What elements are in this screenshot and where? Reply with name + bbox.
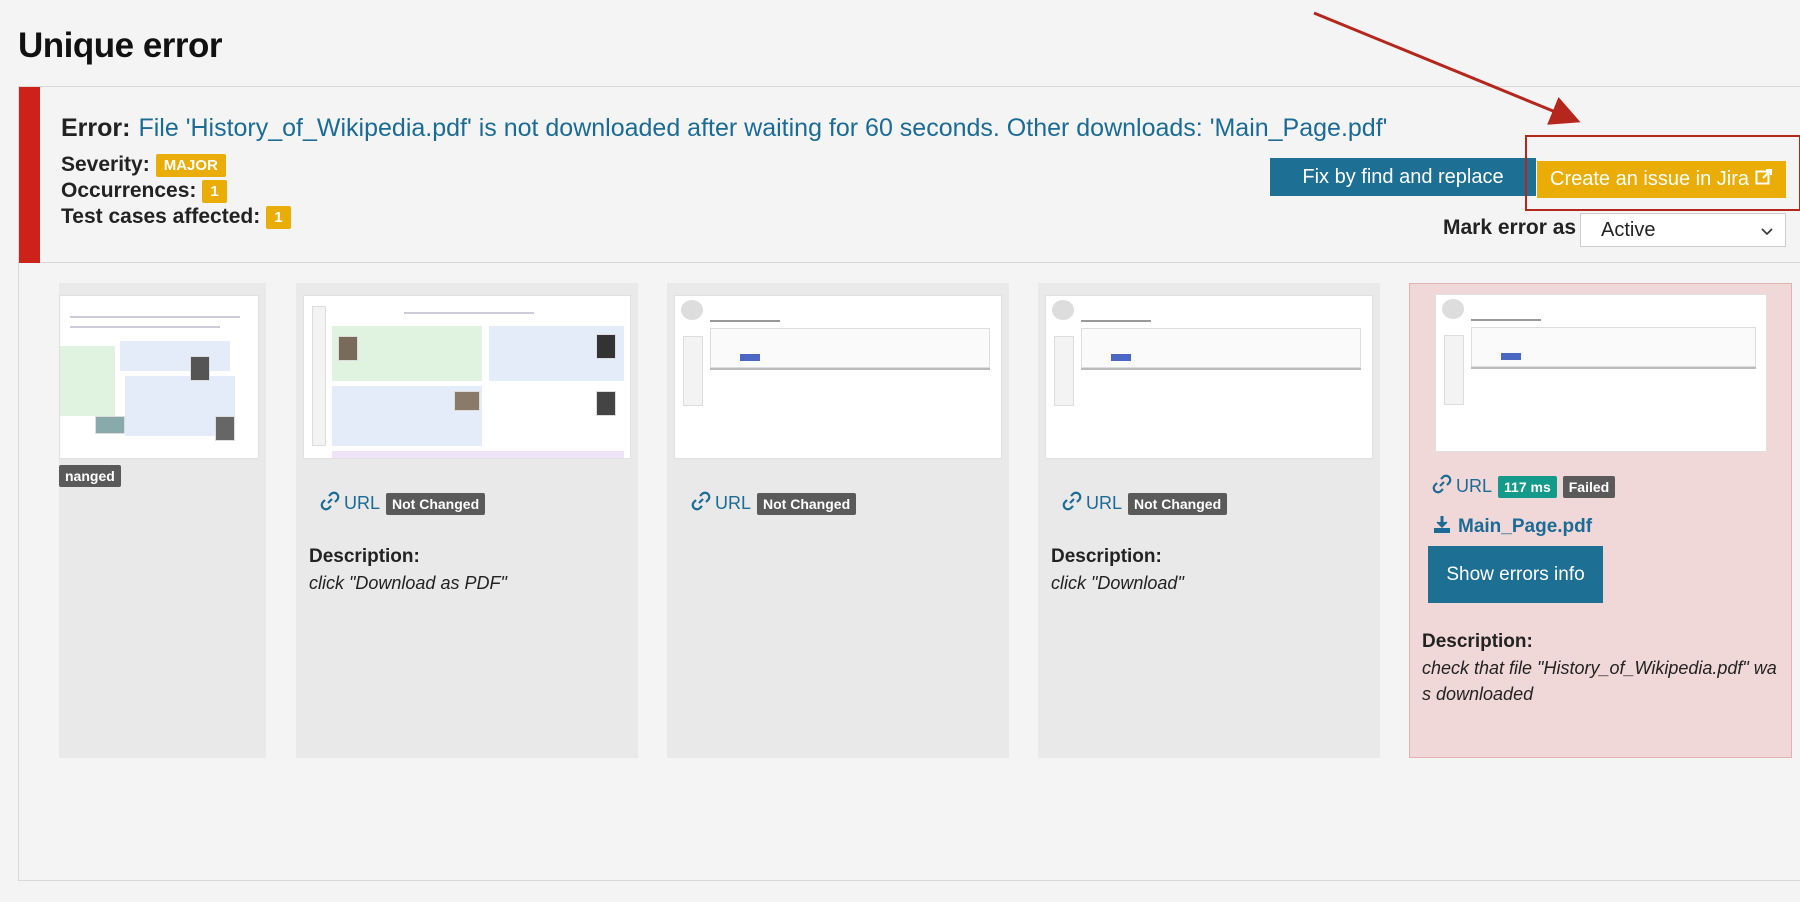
step-description-label: Description: xyxy=(1422,631,1533,652)
error-severity-bar xyxy=(19,87,40,263)
downloaded-file-link[interactable]: Main_Page.pdf xyxy=(1432,514,1592,540)
step-card[interactable]: URL Not Changed xyxy=(667,283,1009,758)
step-url-link[interactable]: URL xyxy=(691,491,751,516)
mark-error-label: Mark error as xyxy=(1443,216,1577,239)
step-status-badge: nanged xyxy=(59,465,121,487)
severity-row: Severity: MAJOR xyxy=(61,153,226,177)
step-card[interactable]: URL Not Changed Description: click "Down… xyxy=(296,283,638,758)
step-url-link[interactable]: URL xyxy=(1062,491,1122,516)
severity-label: Severity: xyxy=(61,153,150,176)
step-description-line-1: check that file "History_of_Wikipedia.pd… xyxy=(1422,658,1777,678)
mark-error-select[interactable]: Active xyxy=(1580,213,1786,247)
step-screenshot[interactable] xyxy=(674,295,1002,459)
step-url-label: URL xyxy=(715,493,752,513)
link-icon xyxy=(691,491,711,516)
steps-carousel[interactable]: nanged URL Not Changed Description: clic… xyxy=(39,263,1800,833)
page-title: Unique error xyxy=(18,26,223,65)
step-description-label: Description: xyxy=(309,546,420,567)
step-description-line-2: s downloaded xyxy=(1422,684,1534,704)
step-status-badge: Not Changed xyxy=(1128,492,1228,515)
show-errors-info-button[interactable]: Show errors info xyxy=(1428,546,1603,603)
step-screenshot[interactable] xyxy=(1045,295,1373,459)
step-url-row: URL Not Changed xyxy=(691,491,857,516)
step-card-failed[interactable]: URL 117 ms Failed Main_Page.pdf Show err… xyxy=(1409,283,1792,758)
downloaded-file-name: Main_Page.pdf xyxy=(1458,516,1593,537)
mark-error-value: Active xyxy=(1601,218,1656,241)
link-icon xyxy=(1062,491,1082,516)
error-label: Error: xyxy=(61,114,131,142)
chevron-down-icon xyxy=(1761,219,1773,242)
step-screenshot[interactable] xyxy=(303,295,631,459)
affected-label: Test cases affected: xyxy=(61,205,261,228)
step-status-badge: Not Changed xyxy=(757,492,857,515)
link-icon xyxy=(320,491,340,516)
step-card[interactable]: nanged xyxy=(59,283,266,758)
error-line: Error: File 'History_of_Wikipedia.pdf' is… xyxy=(61,114,1387,143)
occurrences-label: Occurrences: xyxy=(61,179,197,202)
error-header: Error: File 'History_of_Wikipedia.pdf' is… xyxy=(19,87,1800,263)
fix-by-find-replace-button[interactable]: Fix by find and replace xyxy=(1270,158,1536,196)
step-card[interactable]: URL Not Changed Description: click "Down… xyxy=(1038,283,1380,758)
step-screenshot[interactable] xyxy=(59,295,259,459)
step-description: click "Download" xyxy=(1051,573,1184,593)
step-duration-badge: 117 ms xyxy=(1498,475,1557,498)
annotation-highlight-box xyxy=(1525,135,1800,211)
step-url-link[interactable]: URL xyxy=(320,491,380,516)
step-url-row: URL Not Changed xyxy=(1062,491,1228,516)
severity-badge: MAJOR xyxy=(155,153,226,177)
error-panel: Error: File 'History_of_Wikipedia.pdf' is… xyxy=(18,86,1800,881)
error-message-link[interactable]: File 'History_of_Wikipedia.pdf' is not d… xyxy=(138,114,1387,142)
download-icon xyxy=(1432,514,1452,540)
link-icon xyxy=(1432,474,1452,499)
step-url-label: URL xyxy=(1456,476,1493,496)
step-status-row: nanged xyxy=(59,465,121,487)
step-description-label: Description: xyxy=(1051,546,1162,567)
step-url-label: URL xyxy=(344,493,381,513)
affected-row: Test cases affected: 1 xyxy=(61,205,291,229)
affected-badge: 1 xyxy=(266,205,291,229)
occurrences-row: Occurrences: 1 xyxy=(61,179,227,203)
step-url-row: URL 117 ms Failed xyxy=(1432,474,1616,499)
step-description: click "Download as PDF" xyxy=(309,573,507,593)
step-status-badge: Not Changed xyxy=(386,492,486,515)
step-url-link[interactable]: URL xyxy=(1432,474,1492,499)
step-url-row: URL Not Changed xyxy=(320,491,486,516)
unique-error-page: Unique error Error: File 'History_of_Wiki… xyxy=(0,0,1800,902)
occurrences-badge: 1 xyxy=(202,179,227,203)
step-screenshot[interactable] xyxy=(1435,294,1767,452)
step-status-badge: Failed xyxy=(1562,475,1616,498)
step-url-label: URL xyxy=(1086,493,1123,513)
